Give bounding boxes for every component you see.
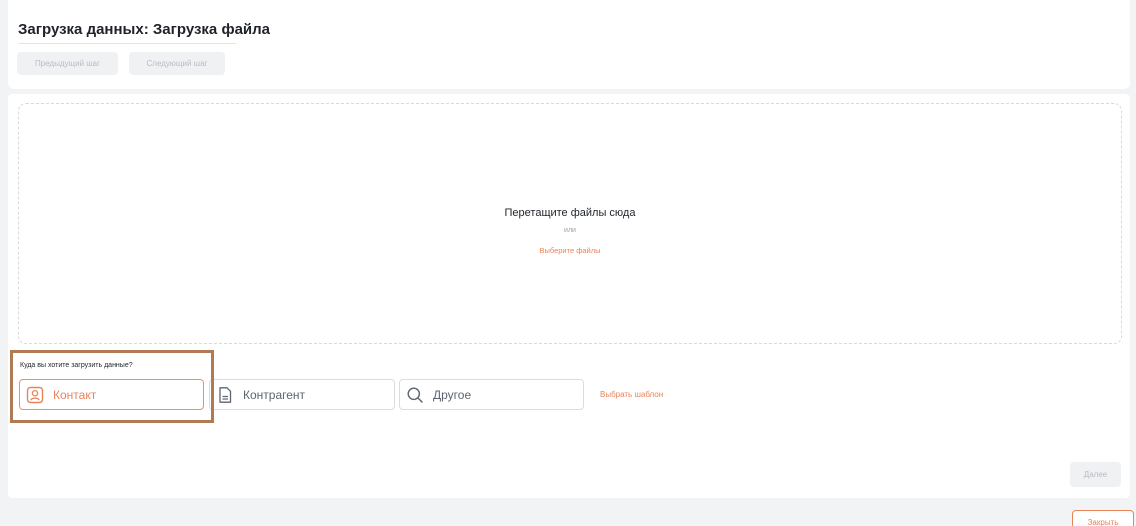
close-button[interactable]: Закрыть [1072, 510, 1134, 526]
destination-contact-label: Контакт [53, 387, 97, 402]
dropzone-title: Перетащите файлы сюда [504, 207, 636, 219]
previous-step-button[interactable]: Предыдущий шаг [17, 52, 118, 75]
page-title: Загрузка данных: Загрузка файла [18, 21, 270, 44]
dropzone-or-text: или [564, 227, 576, 234]
destination-other-label: Другое [433, 387, 472, 402]
file-dropzone[interactable]: Перетащите файлы сюда или Выберите файлы [18, 103, 1122, 344]
document-icon [216, 386, 234, 404]
destination-counterparty-label: Контрагент [243, 387, 306, 402]
next-button[interactable]: Далее [1070, 462, 1121, 487]
search-icon [406, 386, 424, 404]
destination-question: Куда вы хотите загрузить данные? [20, 362, 133, 369]
choose-files-link[interactable]: Выберите файлы [19, 246, 1121, 255]
destination-contact-button[interactable]: Контакт [19, 379, 204, 410]
destination-other-button[interactable]: Другое [399, 379, 584, 410]
upload-card: Перетащите файлы сюда или Выберите файлы… [8, 94, 1130, 498]
destination-counterparty-button[interactable]: Контрагент [209, 379, 395, 410]
next-step-button[interactable]: Следующий шаг [129, 52, 225, 75]
choose-template-link[interactable]: Выбрать шаблон [600, 390, 663, 399]
header-card: Загрузка данных: Загрузка файла Предыдущ… [8, 0, 1130, 89]
contact-icon [26, 386, 44, 404]
